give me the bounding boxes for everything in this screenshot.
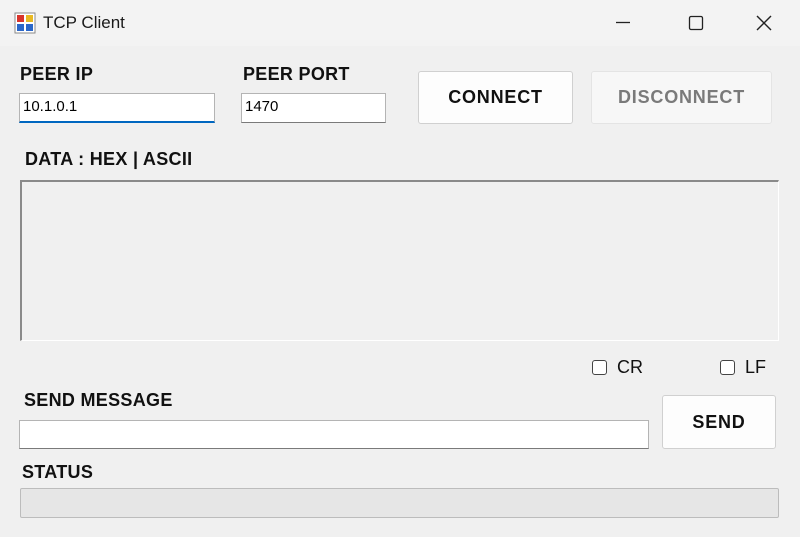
title-bar[interactable]: TCP Client [0, 0, 800, 46]
cr-checkbox-control[interactable]: CR [592, 357, 652, 379]
close-button[interactable] [730, 0, 798, 46]
disconnect-button[interactable]: DISCONNECT [591, 71, 772, 124]
lf-label: LF [745, 357, 767, 377]
peer-port-label: PEER PORT [243, 64, 350, 84]
minimize-icon [616, 21, 630, 24]
status-label: STATUS [22, 462, 94, 482]
lf-checkbox[interactable] [720, 360, 735, 375]
send-button[interactable]: SEND [662, 395, 776, 449]
maximize-button[interactable] [662, 0, 730, 46]
send-message-input[interactable] [19, 420, 649, 449]
cr-checkbox[interactable] [592, 360, 607, 375]
peer-ip-label: PEER IP [20, 64, 94, 84]
minimize-button[interactable] [594, 0, 662, 46]
send-message-label: SEND MESSAGE [24, 390, 173, 410]
window-title: TCP Client [43, 13, 125, 32]
lf-checkbox-control[interactable]: LF [720, 357, 780, 379]
peer-port-input[interactable]: 1470 [241, 93, 386, 123]
tcp-client-window: TCP Client PEER IP 10.1.0.1 PEER PORT 14… [0, 0, 800, 537]
data-display-area[interactable] [20, 180, 779, 341]
status-display [20, 488, 779, 518]
connect-button[interactable]: CONNECT [418, 71, 573, 124]
cr-label: CR [617, 357, 643, 377]
close-icon [756, 15, 772, 31]
data-label: DATA : HEX | ASCII [25, 149, 193, 169]
peer-ip-input[interactable]: 10.1.0.1 [19, 93, 215, 123]
maximize-icon [688, 15, 704, 31]
app-icon [14, 12, 36, 34]
